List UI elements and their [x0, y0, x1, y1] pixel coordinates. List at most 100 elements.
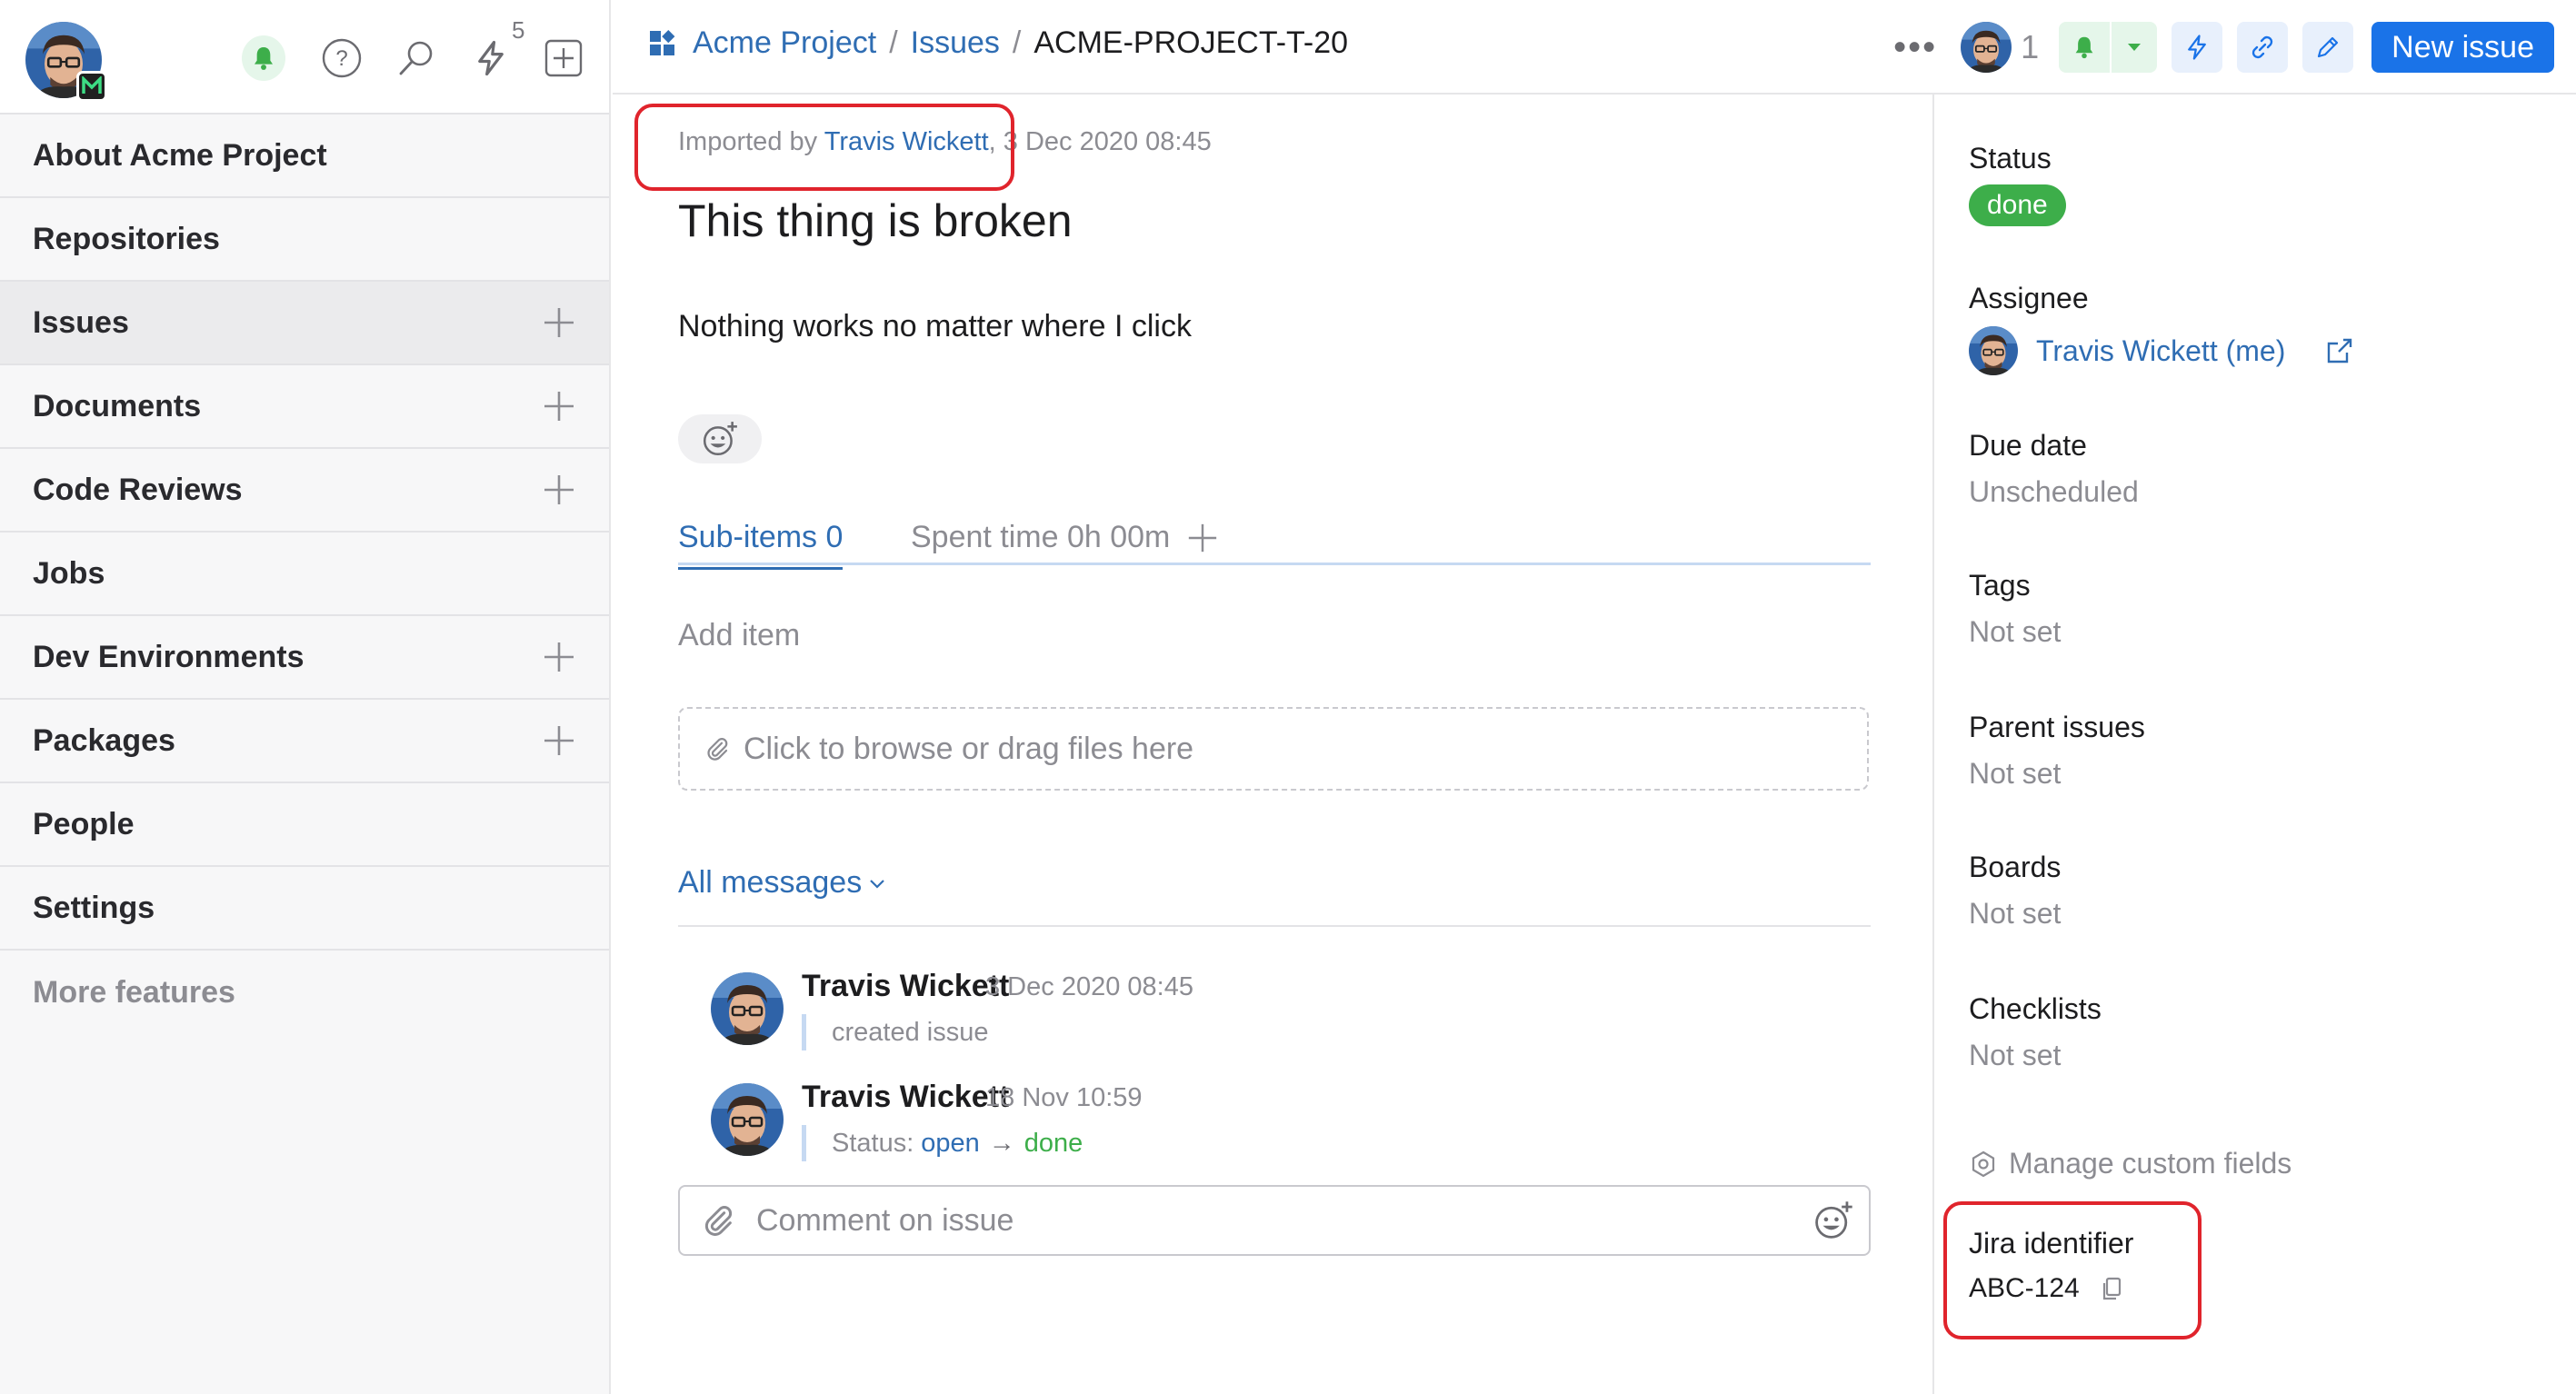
sidebar-item-label: Packages — [33, 722, 175, 758]
message-author[interactable]: Travis Wickett — [802, 969, 1009, 1004]
tags-value[interactable]: Not set — [1969, 615, 2061, 649]
svg-text:?: ? — [335, 46, 347, 71]
breadcrumb-separator: / — [889, 25, 898, 60]
due-date-value[interactable]: Unscheduled — [1969, 475, 2139, 509]
issue-header: Acme Project / Issues / ACME-PROJECT-T-2… — [613, 0, 2576, 95]
subscribe-dropdown-button[interactable] — [2110, 22, 2158, 73]
message-timestamp: 3 Dec 2020 08:45 — [985, 972, 1193, 1001]
sidebar-item-packages[interactable]: Packages — [0, 700, 609, 783]
sidebar-item-documents[interactable]: Documents — [0, 365, 609, 449]
notification-split-button — [2059, 22, 2158, 73]
org-logo-icon[interactable] — [76, 71, 107, 102]
automation-button[interactable] — [469, 36, 513, 80]
chevron-down-icon — [2128, 44, 2142, 51]
tags-field: Tags Not set — [1969, 569, 2061, 649]
message-item: Travis Wickett 18 Nov 10:59 Status: open… — [711, 1080, 1802, 1174]
status-arrow: → — [988, 1128, 1015, 1158]
status-change-prefix: Status: — [832, 1128, 914, 1158]
sidebar-item-jobs[interactable]: Jobs — [0, 533, 609, 616]
assignee-field: Assignee Travis Wickett (me) — [1969, 282, 2354, 375]
add-subitem-input[interactable]: Add item — [678, 618, 800, 653]
breadcrumb-project[interactable]: Acme Project — [693, 25, 876, 61]
plus-icon[interactable] — [542, 723, 576, 758]
checklists-value[interactable]: Not set — [1969, 1039, 2102, 1072]
sidebar-item-repositories[interactable]: Repositories — [0, 198, 609, 282]
bell-icon — [2071, 34, 2098, 61]
edit-issue-button[interactable] — [2302, 22, 2354, 73]
emoji-add-icon[interactable] — [1812, 1200, 1854, 1241]
field-label: Checklists — [1969, 992, 2102, 1025]
plus-icon[interactable] — [542, 389, 576, 423]
highlight-box-imported — [634, 104, 1014, 191]
tab-subitems-label: Sub-items — [678, 520, 818, 554]
breadcrumb-issues[interactable]: Issues — [911, 25, 1000, 61]
sidebar-item-about[interactable]: About Acme Project — [0, 115, 609, 198]
link-icon — [2252, 35, 2273, 59]
add-reaction-button[interactable] — [678, 414, 762, 463]
sidebar-item-label: People — [33, 806, 135, 841]
issue-tabs: Sub-items 0 Spent time 0h 00m — [678, 514, 1871, 570]
tab-spent-time[interactable]: Spent time 0h 00m — [911, 520, 1219, 555]
sidebar-item-people[interactable]: People — [0, 783, 609, 867]
breadcrumb: Acme Project / Issues / ACME-PROJECT-T-2… — [649, 25, 1348, 61]
sidebar-more-features[interactable]: More features — [0, 951, 609, 1034]
sidebar-item-label: Repositories — [33, 221, 220, 256]
sidebar-item-settings[interactable]: Settings — [0, 867, 609, 951]
subscribe-button[interactable] — [2059, 22, 2111, 73]
plus-icon[interactable] — [542, 473, 576, 507]
checklists-field: Checklists Not set — [1969, 992, 2102, 1072]
new-issue-button[interactable]: New issue — [2371, 22, 2554, 73]
search-button[interactable] — [394, 36, 438, 80]
emoji-add-icon — [701, 420, 739, 458]
more-options-button[interactable]: ••• — [1893, 29, 1937, 65]
bell-icon — [242, 35, 285, 81]
file-dropzone[interactable]: Click to browse or drag files here — [678, 707, 1869, 791]
help-button[interactable]: ? — [320, 36, 364, 80]
plus-icon[interactable] — [1186, 522, 1219, 554]
sidebar-item-label: Documents — [33, 388, 202, 423]
sidebar-item-label: About Acme Project — [33, 137, 327, 173]
plus-icon[interactable] — [542, 640, 576, 674]
message-author-avatar[interactable] — [711, 1083, 784, 1156]
parent-issues-value[interactable]: Not set — [1969, 757, 2145, 791]
sidebar-item-code-reviews[interactable]: Code Reviews — [0, 449, 609, 533]
issue-main: Imported by Travis Wickett, 3 Dec 2020 0… — [613, 95, 1932, 1394]
message-timestamp: 18 Nov 10:59 — [985, 1083, 1143, 1112]
message-author[interactable]: Travis Wickett — [802, 1080, 1009, 1115]
highlight-box-jira — [1943, 1201, 2202, 1339]
status-field: Status done — [1969, 142, 2066, 226]
chevron-down-icon — [870, 879, 884, 889]
breadcrumb-current-issue: ACME-PROJECT-T-20 — [1033, 25, 1349, 60]
paperclip-icon — [704, 735, 731, 762]
watcher-avatar[interactable] — [1961, 22, 2012, 73]
search-icon — [399, 41, 433, 75]
external-link-icon[interactable] — [2325, 336, 2354, 365]
copy-link-button[interactable] — [2237, 22, 2289, 73]
manage-custom-fields-label: Manage custom fields — [2009, 1147, 2292, 1180]
issue-title: This thing is broken — [678, 195, 1073, 246]
message-author-avatar[interactable] — [711, 972, 784, 1045]
sidebar-item-issues[interactable]: Issues — [0, 282, 609, 365]
tab-subitems[interactable]: Sub-items 0 — [678, 520, 844, 570]
automation-action-button[interactable] — [2172, 22, 2223, 73]
all-messages-filter[interactable]: All messages — [678, 865, 887, 901]
message-body: Status: open → done — [802, 1125, 1083, 1161]
boards-value[interactable]: Not set — [1969, 897, 2061, 931]
status-badge[interactable]: done — [1969, 184, 2066, 226]
sidebar-item-dev-environments[interactable]: Dev Environments — [0, 616, 609, 700]
plus-icon[interactable] — [542, 305, 576, 340]
assignee-value[interactable]: Travis Wickett (me) — [1969, 326, 2354, 375]
paperclip-icon[interactable] — [700, 1202, 736, 1239]
status-to: done — [1023, 1128, 1083, 1158]
field-label: Parent issues — [1969, 711, 2145, 743]
notifications-button[interactable] — [242, 35, 285, 81]
comment-input[interactable]: Comment on issue — [678, 1185, 1871, 1256]
header-actions: ••• 1 New issue — [1893, 22, 2554, 73]
assignee-name[interactable]: Travis Wickett (me) — [2036, 334, 2285, 368]
pencil-icon — [2318, 36, 2339, 58]
create-button[interactable] — [542, 36, 585, 80]
field-label: Assignee — [1969, 282, 2089, 314]
manage-custom-fields-link[interactable]: Manage custom fields — [1969, 1147, 2291, 1180]
status-from: open — [921, 1128, 980, 1158]
sidebar: ? 5 About Acme Project Repositories Issu… — [0, 0, 611, 1394]
